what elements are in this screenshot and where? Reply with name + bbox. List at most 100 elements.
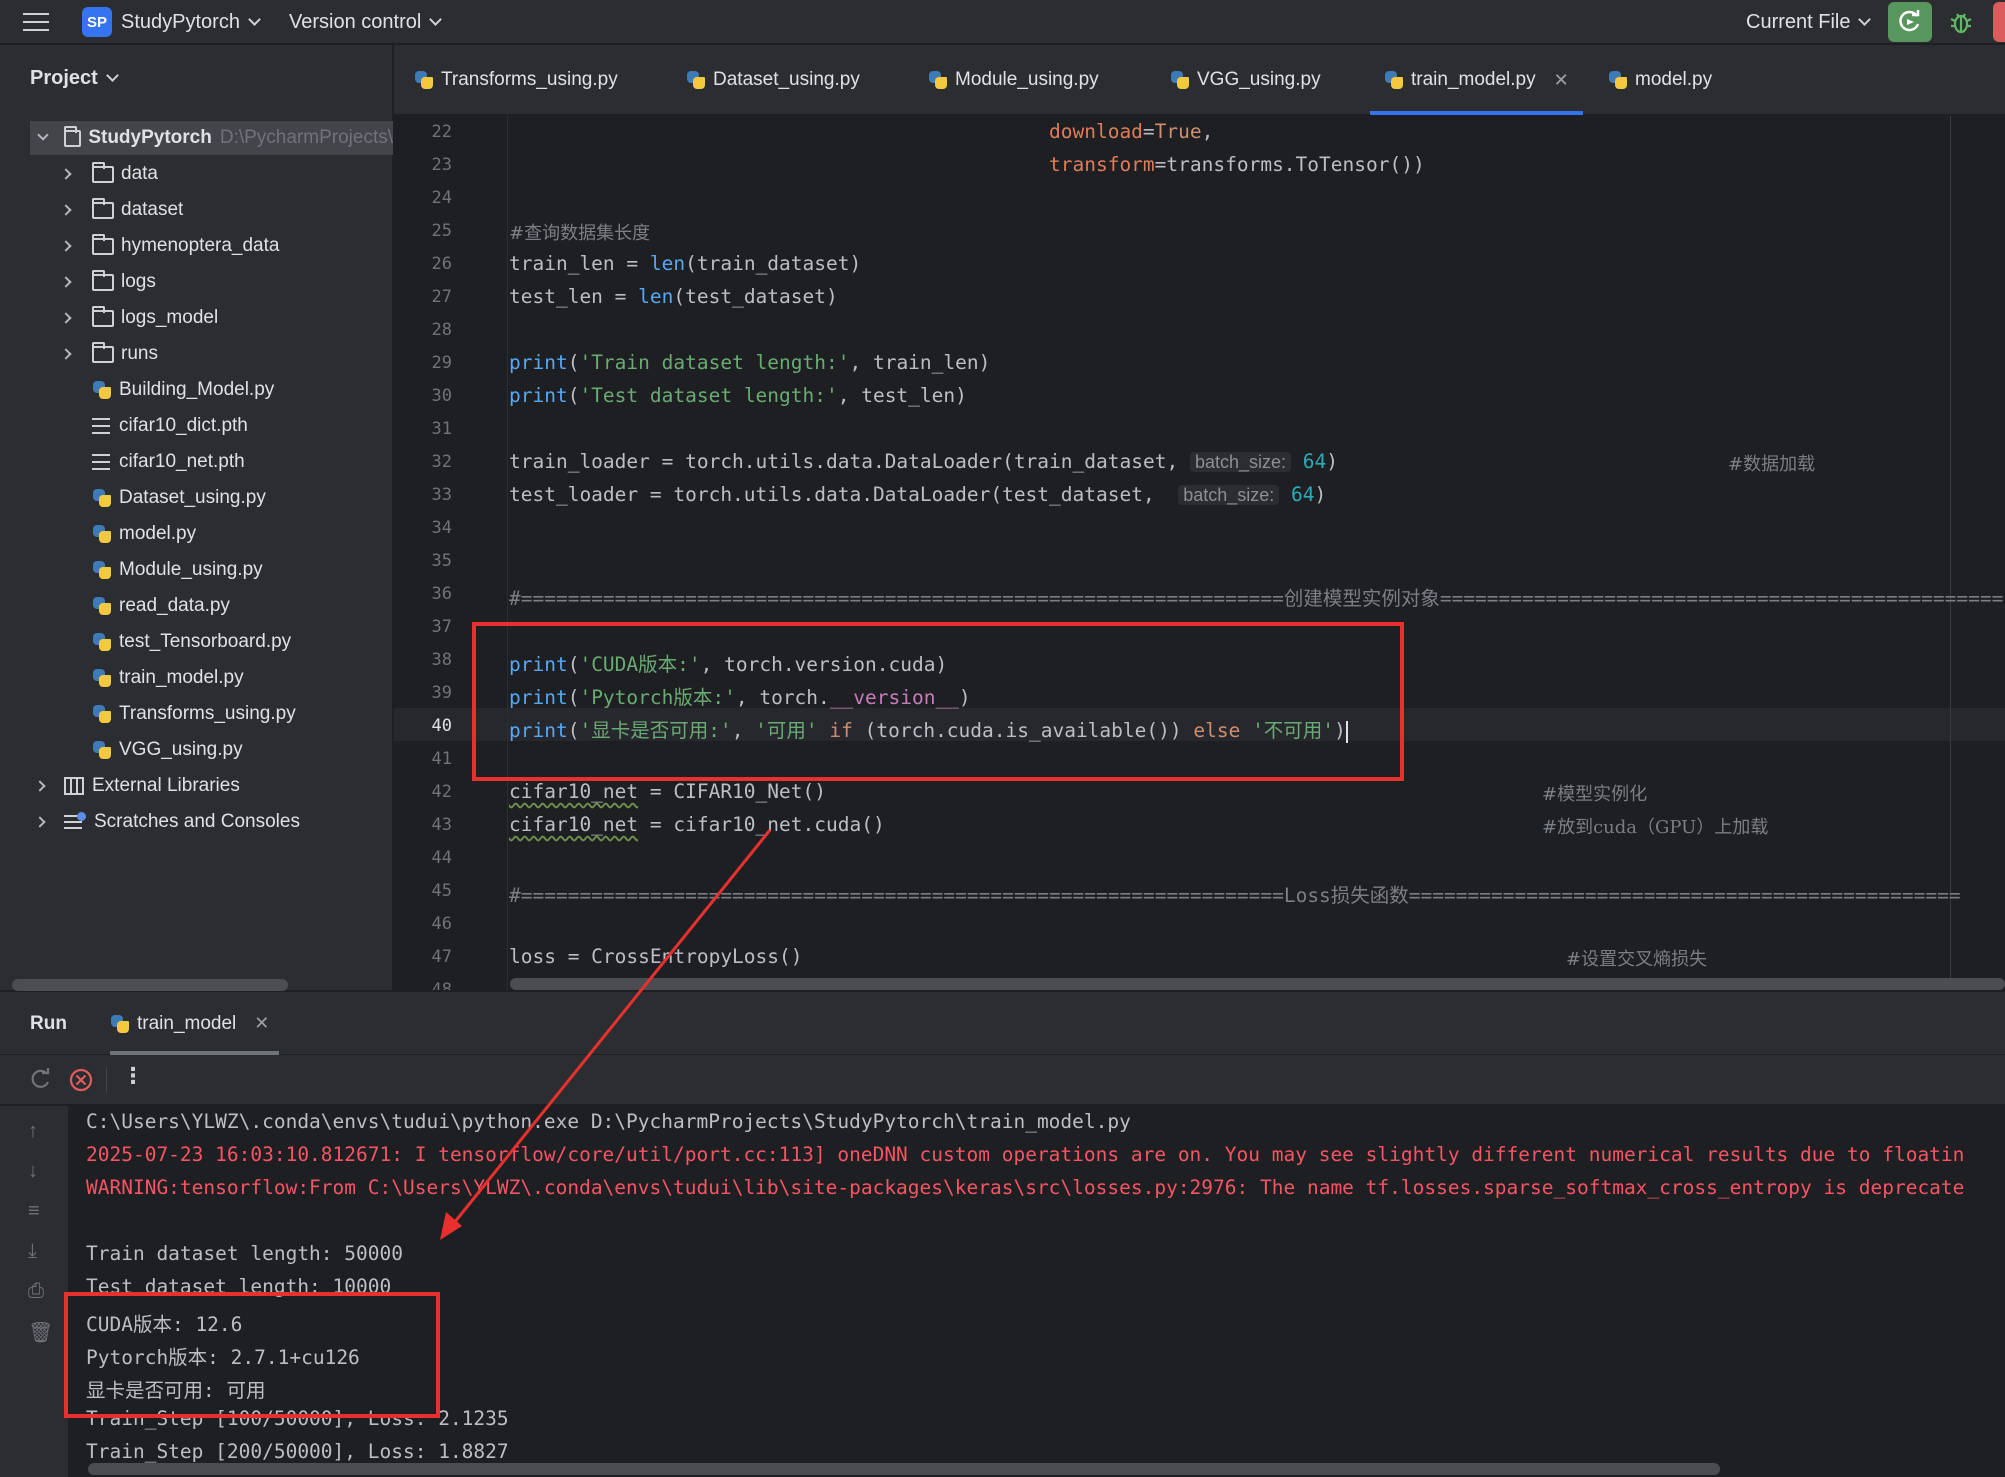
chevron-right-icon[interactable] (34, 816, 46, 828)
stop-icon[interactable] (68, 1067, 94, 1093)
tree-item-scratches[interactable]: Scratches and Consoles (34, 805, 300, 839)
chevron-right-icon[interactable] (60, 240, 72, 252)
toolbar-divider (106, 1067, 107, 1093)
scroll-to-end-icon[interactable]: ⤓ (28, 1240, 37, 1263)
line-number: 23 (431, 155, 452, 175)
stop-button[interactable] (1993, 2, 2005, 42)
tab-transforms-using[interactable]: Transforms_using.py (414, 45, 618, 115)
tree-item-dataset[interactable]: dataset (60, 193, 184, 227)
sidebar-horizontal-scrollbar[interactable] (12, 979, 288, 991)
chevron-right-icon[interactable] (60, 312, 72, 324)
tree-item-cifar10-net-pth[interactable]: cifar10_net.pth (92, 445, 245, 479)
tab-label: model.py (1635, 69, 1713, 90)
tree-item-label: VGG_using.py (119, 739, 243, 760)
chevron-right-icon[interactable] (60, 204, 72, 216)
code-line-47[interactable]: loss = CrossEntropyLoss() (509, 945, 803, 968)
line-number: 24 (431, 188, 452, 208)
console-horizontal-scrollbar[interactable] (88, 1463, 1720, 1475)
arrow-down-icon[interactable]: ↓ (28, 1160, 38, 1183)
code-line-36[interactable]: #=======================================… (509, 582, 2003, 611)
soft-wrap-icon[interactable]: ≡ (28, 1200, 40, 1223)
line-number: 39 (431, 683, 452, 703)
project-view-selector[interactable]: Project (30, 67, 119, 90)
python-file-icon (92, 704, 112, 724)
tree-item-model-py[interactable]: model.py (92, 517, 196, 551)
run-config-selector[interactable]: Current File (1746, 0, 1872, 44)
console-line: Train_Step [200/50000], Loss: 1.8827 (86, 1440, 509, 1463)
tree-item-logs[interactable]: logs (60, 265, 156, 299)
text-file-icon (92, 454, 110, 470)
library-icon (64, 777, 84, 795)
tree-item-module-using-py[interactable]: Module_using.py (92, 553, 263, 587)
chevron-down-icon[interactable] (37, 129, 49, 141)
editor-horizontal-scrollbar[interactable] (510, 978, 2005, 990)
code-line-26[interactable]: train_len = len(train_dataset) (509, 252, 861, 275)
close-icon[interactable]: ✕ (1554, 70, 1569, 91)
close-icon[interactable]: ✕ (254, 1013, 269, 1034)
code-line-42[interactable]: cifar10_net = CIFAR10_Net() (509, 780, 826, 803)
debug-button[interactable] (1947, 8, 1975, 36)
tree-item-hymenoptera-data[interactable]: hymenoptera_data (60, 229, 279, 263)
rerun-icon[interactable] (28, 1067, 54, 1093)
tab-model[interactable]: model.py (1608, 45, 1712, 115)
tree-item-building-model-py[interactable]: Building_Model.py (92, 373, 274, 407)
tree-item-cifar10-dict-pth[interactable]: cifar10_dict.pth (92, 409, 248, 443)
tab-train-model[interactable]: train_model.py ✕ (1370, 45, 1583, 115)
tree-item-dataset-using-py[interactable]: Dataset_using.py (92, 481, 266, 515)
project-badge[interactable]: SP (82, 7, 112, 37)
run-tab-train-model[interactable]: train_model ✕ (110, 992, 280, 1055)
right-margin-guide (1950, 116, 1951, 990)
code-line-25[interactable]: #查询数据集长度 (509, 219, 650, 245)
chevron-right-icon[interactable] (60, 168, 72, 180)
vcs-menu[interactable]: Version control (289, 0, 443, 44)
trash-icon[interactable]: 🗑 (28, 1320, 53, 1345)
print-icon[interactable]: ⎙ (28, 1280, 44, 1303)
python-file-icon (92, 596, 112, 616)
python-file-icon (92, 380, 112, 400)
code-line-43[interactable]: cifar10_net = cifar10_net.cuda() (509, 813, 885, 836)
code-line-22[interactable]: download=True, (509, 120, 1213, 143)
tab-dataset-using[interactable]: Dataset_using.py (686, 45, 860, 115)
tree-item-logs-model[interactable]: logs_model (60, 301, 219, 335)
main-menu-icon[interactable] (22, 0, 50, 44)
folder-icon (92, 233, 114, 255)
code-line-30[interactable]: print('Test dataset length:', test_len) (509, 384, 967, 407)
tree-item-label: logs_model (121, 307, 219, 328)
line-number: 36 (431, 584, 452, 604)
console-line: Train dataset length: 50000 (86, 1242, 403, 1265)
code-line-23[interactable]: transform=transforms.ToTensor()) (509, 153, 1425, 176)
code-line-27[interactable]: test_len = len(test_dataset) (509, 285, 838, 308)
tree-item-runs[interactable]: runs (60, 337, 158, 371)
arrow-up-icon[interactable]: ↑ (28, 1120, 38, 1143)
tree-item-external-libraries[interactable]: External Libraries (34, 769, 240, 803)
run-title: Run (30, 1012, 67, 1034)
project-header-label: Project (30, 67, 98, 89)
tab-module-using[interactable]: Module_using.py (928, 45, 1099, 115)
line-number: 38 (431, 650, 452, 670)
chevron-right-icon[interactable] (34, 780, 46, 792)
line-number: 30 (431, 386, 452, 406)
tree-item-vgg-using-py[interactable]: VGG_using.py (92, 733, 243, 767)
code-line-32[interactable]: train_loader = torch.utils.data.DataLoad… (509, 450, 1338, 473)
tree-item-test-tensorboard-py[interactable]: test_Tensorboard.py (92, 625, 291, 659)
project-switcher[interactable]: StudyPytorch (121, 0, 261, 44)
code-line-29[interactable]: print('Train dataset length:', train_len… (509, 351, 990, 374)
chevron-right-icon[interactable] (60, 348, 72, 360)
tree-root-studypytorch[interactable]: StudyPytorch D:\PycharmProjects\ (30, 121, 393, 155)
tree-item-data[interactable]: data (60, 157, 158, 191)
chevron-right-icon[interactable] (60, 276, 72, 288)
python-file-icon (92, 740, 112, 760)
tree-item-label: dataset (121, 199, 184, 220)
tree-item-transforms-using-py[interactable]: Transforms_using.py (92, 697, 296, 731)
tab-vgg-using[interactable]: VGG_using.py (1170, 45, 1321, 115)
code-line-33[interactable]: test_loader = torch.utils.data.DataLoade… (509, 483, 1326, 506)
tree-item-train-model-py[interactable]: train_model.py (92, 661, 244, 695)
tree-item-read-data-py[interactable]: read_data.py (92, 589, 230, 623)
code-line-45[interactable]: #=======================================… (509, 879, 1961, 908)
rerun-button[interactable] (1888, 2, 1932, 42)
annotation-box-output (64, 1292, 440, 1418)
more-options-icon[interactable]: ⋮ (122, 1063, 144, 1089)
folder-icon (92, 197, 114, 219)
code-editor[interactable]: 22 23 24 25 26 27 28 29 30 31 32 33 34 35 36 37 38 39 40 41… (394, 116, 2005, 990)
scratches-icon (64, 812, 86, 832)
